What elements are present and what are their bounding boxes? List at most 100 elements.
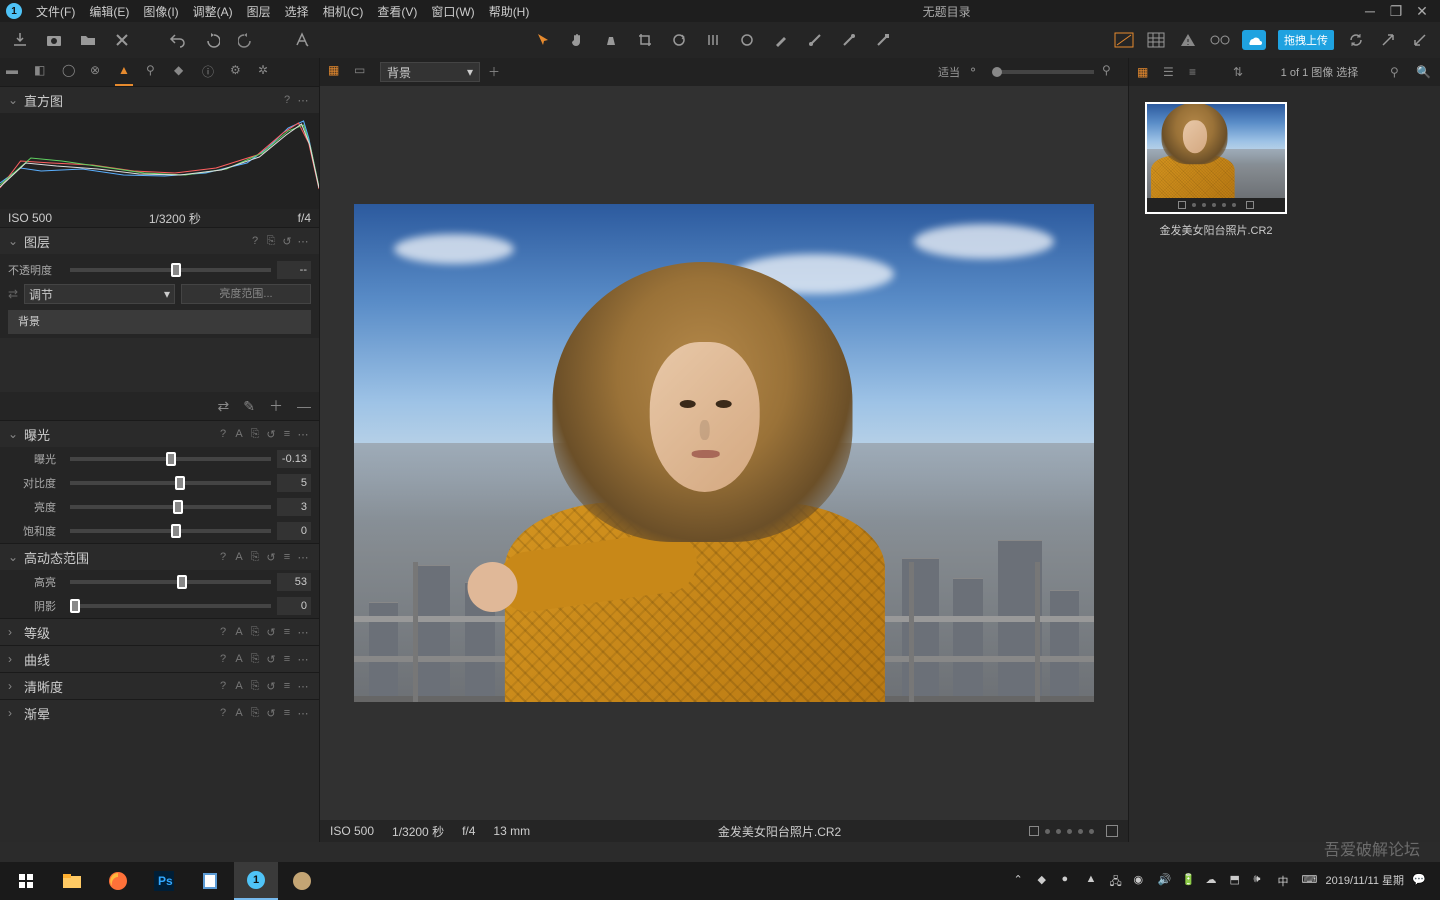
menu-help[interactable]: 帮助(H) — [483, 1, 536, 22]
auto-icon[interactable]: A — [231, 653, 247, 665]
exposure-header[interactable]: ⌄ 曝光 ? A ⎘ ↺ ≡ ⋯ — [0, 421, 319, 447]
spot-tool-icon[interactable] — [737, 30, 757, 50]
zoom-out-icon[interactable]: ⚬ — [968, 63, 986, 81]
tray-chevron-icon[interactable]: ⌃ — [1014, 873, 1030, 889]
opacity-value[interactable]: -- — [277, 261, 311, 279]
help-icon[interactable]: ? — [215, 653, 231, 665]
window-maximize-icon[interactable]: ❐ — [1384, 3, 1408, 20]
sort-icon[interactable]: ⇅ — [1233, 65, 1249, 79]
auto-icon[interactable]: A — [231, 680, 247, 692]
panel-menu-icon[interactable]: ⋯ — [295, 428, 311, 441]
taskbar-explorer-icon[interactable] — [50, 862, 94, 900]
tray-security-icon[interactable]: ⬒ — [1230, 873, 1246, 889]
loupe-tool-icon[interactable] — [601, 30, 621, 50]
copy-icon[interactable]: ⎘ — [247, 653, 263, 666]
hdr-slider[interactable] — [70, 580, 271, 584]
cloud-sync-icon[interactable] — [1242, 30, 1266, 50]
tray-app1-icon[interactable]: ◆ — [1038, 873, 1054, 889]
help-icon[interactable]: ? — [215, 428, 231, 440]
panel-menu-icon[interactable]: ⋯ — [295, 626, 311, 639]
thumb-list-icon[interactable]: ☰ — [1163, 65, 1179, 79]
reset-icon[interactable]: ↺ — [263, 551, 279, 564]
menu-window[interactable]: 窗口(W) — [425, 1, 480, 22]
slider-value[interactable]: 5 — [277, 474, 311, 492]
copy-icon[interactable]: ⎘ — [247, 707, 263, 720]
grid-icon[interactable] — [1146, 30, 1166, 50]
add-icon[interactable]: ＋ — [488, 63, 506, 81]
library-tab-icon[interactable]: ▬ — [6, 63, 24, 81]
collapsed-header[interactable]: › 渐晕 ? A ⎘ ↺ ≡ ⋯ — [0, 700, 319, 726]
tray-network-icon[interactable]: 🖧 — [1110, 873, 1126, 889]
color-tab-icon[interactable]: ⊗ — [90, 63, 108, 81]
exposure-slider[interactable] — [70, 529, 271, 533]
color-tag-icon[interactable] — [1106, 825, 1118, 837]
add-layer-icon[interactable]: ＋ — [269, 396, 283, 416]
auto-icon[interactable]: A — [231, 707, 247, 719]
preset-icon[interactable]: ≡ — [279, 707, 295, 719]
layer-dropdown[interactable]: 背景▾ — [380, 62, 480, 82]
details-tab-icon[interactable]: ⚲ — [146, 63, 164, 81]
exposure-slider[interactable] — [70, 481, 271, 485]
taskbar-firefox-icon[interactable] — [96, 862, 140, 900]
undo-icon[interactable] — [168, 30, 188, 50]
adjustment-select[interactable]: 调节▾ — [24, 284, 175, 304]
preset-icon[interactable]: ≡ — [279, 626, 295, 638]
thumb-details-icon[interactable]: ≡ — [1189, 65, 1205, 79]
preset-icon[interactable]: ≡ — [279, 551, 295, 563]
collapsed-header[interactable]: › 曲线 ? A ⎘ ↺ ≡ ⋯ — [0, 646, 319, 672]
histogram-header[interactable]: ⌄ 直方图 ? ⋯ — [0, 87, 319, 113]
redo-icon[interactable] — [236, 30, 256, 50]
reset-icon[interactable]: ↺ — [279, 235, 295, 248]
tray-keyboard-icon[interactable]: ⌨ — [1302, 873, 1318, 889]
camera-capture-icon[interactable] — [44, 30, 64, 50]
image-canvas[interactable] — [320, 86, 1128, 820]
close-session-icon[interactable] — [112, 30, 132, 50]
capture-tab-icon[interactable]: ◧ — [34, 63, 52, 81]
zoom-slider[interactable] — [994, 70, 1094, 74]
export-icon[interactable] — [1378, 30, 1398, 50]
download-arrow-icon[interactable] — [1410, 30, 1430, 50]
cursor-tool-icon[interactable] — [533, 30, 553, 50]
copy-icon[interactable]: ⎘ — [247, 551, 263, 564]
auto-icon[interactable]: A — [231, 626, 247, 638]
warning-alert-icon[interactable] — [1178, 30, 1198, 50]
taskbar-notes-icon[interactable] — [188, 862, 232, 900]
menu-select[interactable]: 选择 — [279, 1, 315, 22]
taskbar-app-icon[interactable] — [280, 862, 324, 900]
preset-icon[interactable]: ≡ — [279, 428, 295, 440]
help-icon[interactable]: ? — [279, 94, 295, 106]
slider-value[interactable]: -0.13 — [277, 450, 311, 468]
window-minimize-icon[interactable]: ─ — [1358, 3, 1382, 19]
crop-tool-icon[interactable] — [635, 30, 655, 50]
tray-ime-label[interactable]: 中 — [1278, 873, 1294, 889]
menu-edit[interactable]: 编辑(E) — [83, 1, 135, 22]
tray-cloud-icon[interactable]: ☁ — [1206, 873, 1222, 889]
slider-value[interactable]: 53 — [277, 573, 311, 591]
panel-menu-icon[interactable]: ⋯ — [295, 707, 311, 720]
tray-wifi-icon[interactable]: ◉ — [1134, 873, 1150, 889]
exposure-slider[interactable] — [70, 457, 271, 461]
taskbar-photoshop-icon[interactable]: Ps — [142, 862, 186, 900]
reset-icon[interactable]: ↺ — [263, 626, 279, 639]
reset-icon[interactable]: ↺ — [263, 680, 279, 693]
rotate-tool-icon[interactable] — [669, 30, 689, 50]
copy-icon[interactable]: ⎘ — [247, 680, 263, 693]
reset-icon[interactable]: ↺ — [263, 653, 279, 666]
preset-icon[interactable]: ≡ — [279, 680, 295, 692]
hdr-header[interactable]: ⌄ 高动态范围 ? A ⎘ ↺ ≡ ⋯ — [0, 544, 319, 570]
help-icon[interactable]: ? — [247, 235, 263, 247]
menu-adjust[interactable]: 调整(A) — [187, 1, 239, 22]
start-button[interactable] — [4, 862, 48, 900]
tray-volume-icon[interactable]: 🔊 — [1158, 873, 1174, 889]
radial-mask-icon[interactable] — [839, 30, 859, 50]
copy-icon[interactable]: ⎘ — [247, 428, 263, 441]
layers-header[interactable]: ⌄ 图层 ? ⎘ ↺ ⋯ — [0, 228, 319, 254]
tray-app3-icon[interactable]: ▲ — [1086, 873, 1102, 889]
single-view-icon[interactable]: ▭ — [354, 63, 372, 81]
tray-notifications-icon[interactable]: 💬 — [1412, 873, 1428, 889]
luminosity-range-button[interactable]: 亮度范围... — [181, 284, 311, 304]
tray-app2-icon[interactable]: ● — [1062, 873, 1078, 889]
preset-icon[interactable]: ≡ — [279, 653, 295, 665]
erase-mask-icon[interactable] — [873, 30, 893, 50]
menu-camera[interactable]: 相机(C) — [317, 1, 370, 22]
